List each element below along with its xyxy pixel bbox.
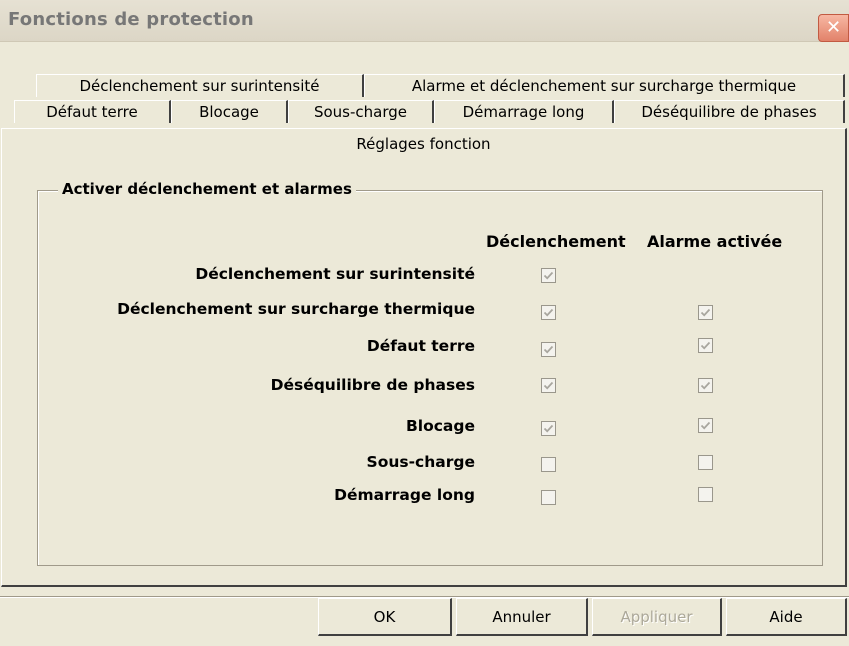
trip-checkbox-overcurrent[interactable] xyxy=(541,268,556,283)
close-icon: ✕ xyxy=(825,17,842,38)
row-label-blocking: Blocage xyxy=(405,417,475,435)
tab-ground-fault[interactable]: Défaut terre xyxy=(14,100,171,123)
alarm-checkbox-thermal-overload[interactable] xyxy=(698,305,713,320)
row-label-thermal-overload: Déclenchement sur surcharge thermique xyxy=(117,300,475,318)
dialog-window: Fonctions de protection ✕ Déclenchement … xyxy=(0,0,849,646)
alarm-checkbox-blocking[interactable] xyxy=(698,418,713,433)
trip-checkbox-blocking[interactable] xyxy=(541,421,556,436)
tab-blocking[interactable]: Blocage xyxy=(171,100,288,123)
close-button[interactable]: ✕ xyxy=(818,14,849,42)
trip-checkbox-long-start[interactable] xyxy=(541,490,556,505)
tab-underload[interactable]: Sous-charge xyxy=(288,100,434,123)
tab-phase-imbalance[interactable]: Déséquilibre de phases xyxy=(614,100,845,123)
title-bar[interactable]: Fonctions de protection ✕ xyxy=(0,0,849,42)
trip-checkbox-ground-fault[interactable] xyxy=(541,342,556,357)
trip-checkbox-underload[interactable] xyxy=(541,457,556,472)
row-label-overcurrent: Déclenchement sur surintensité xyxy=(195,265,475,283)
alarm-checkbox-long-start[interactable] xyxy=(698,487,713,502)
column-header-trip: Déclenchement xyxy=(486,232,626,251)
alarm-checkbox-ground-fault[interactable] xyxy=(698,338,713,353)
row-label-ground-fault: Défaut terre xyxy=(366,337,475,355)
tab-thermal-overload[interactable]: Alarme et déclenchement sur surcharge th… xyxy=(364,74,845,97)
alarm-checkbox-underload[interactable] xyxy=(698,455,713,470)
cancel-button[interactable]: Annuler xyxy=(456,598,588,636)
row-label-underload: Sous-charge xyxy=(366,453,475,471)
tab-overcurrent-trip[interactable]: Déclenchement sur surintensité xyxy=(36,74,364,97)
window-title: Fonctions de protection xyxy=(8,9,254,30)
help-button[interactable]: Aide xyxy=(726,598,847,636)
alarm-checkbox-phase-imbalance[interactable] xyxy=(698,378,713,393)
ok-button[interactable]: OK xyxy=(318,598,452,636)
trip-checkbox-thermal-overload[interactable] xyxy=(541,305,556,320)
row-label-long-start: Démarrage long xyxy=(334,486,475,504)
tab-strip: Déclenchement sur surintensité Alarme et… xyxy=(0,62,849,132)
row-label-phase-imbalance: Déséquilibre de phases xyxy=(270,376,475,394)
apply-button[interactable]: Appliquer xyxy=(592,598,722,636)
column-header-alarm: Alarme activée xyxy=(647,232,783,251)
group-title: Activer déclenchement et alarmes xyxy=(58,180,356,198)
tab-long-start[interactable]: Démarrage long xyxy=(434,100,614,123)
trip-checkbox-phase-imbalance[interactable] xyxy=(541,378,556,393)
panel-title: Réglages fonction xyxy=(356,135,491,153)
